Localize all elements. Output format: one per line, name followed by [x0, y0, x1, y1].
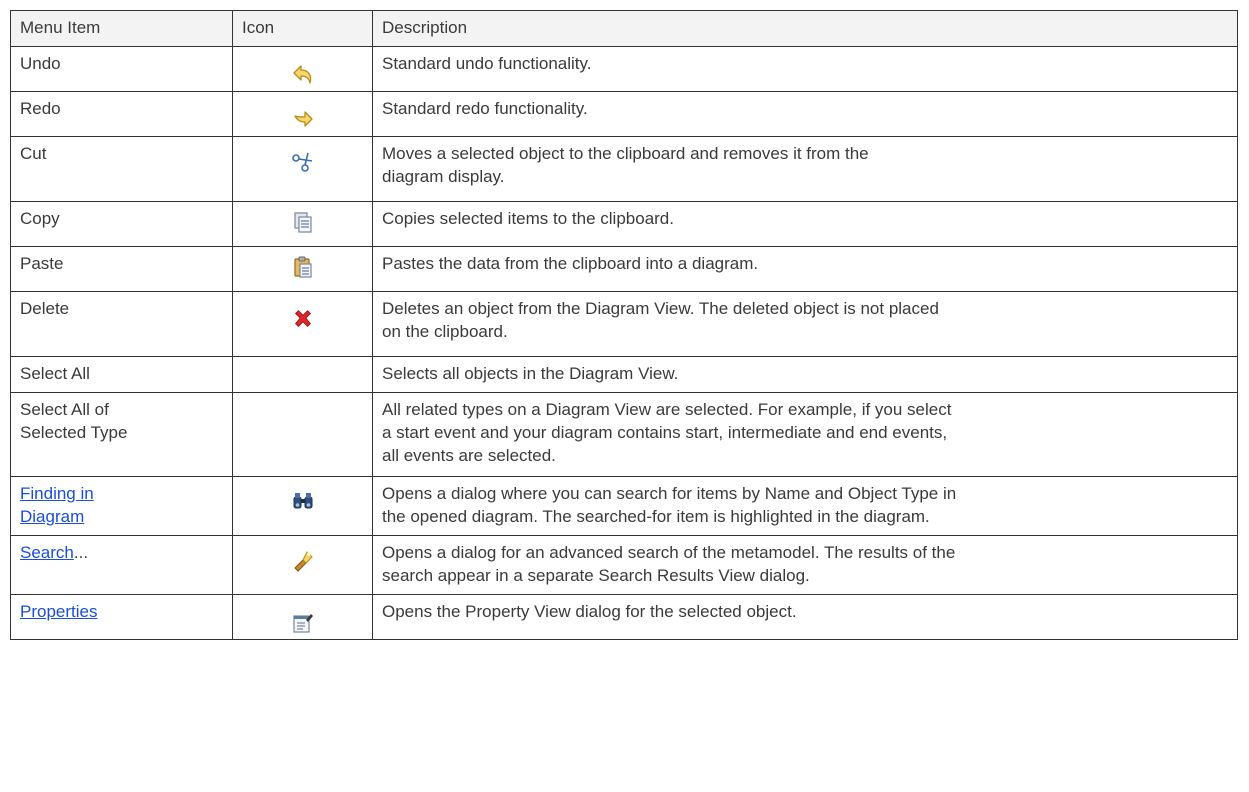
table-row: Cut Moves a selected object to the clipb…	[10, 136, 1238, 202]
menu-item-redo: Redo	[10, 91, 233, 137]
description-undo: Standard undo functionality.	[372, 46, 1238, 92]
menu-item-finding-in-diagram: Finding in Diagram	[10, 476, 233, 536]
table-row: Paste Pastes the data from the clipboard…	[10, 246, 1238, 292]
table-row: Undo Standard undo functionality.	[10, 46, 1238, 92]
table-row: Copy Copies selected items to the clipbo…	[10, 201, 1238, 247]
undo-arrow-icon	[292, 65, 311, 84]
menu-item-undo: Undo	[10, 46, 233, 92]
menu-item-search: Search...	[10, 535, 233, 595]
description-properties: Opens the Property View dialog for the s…	[372, 594, 1238, 640]
menu-item-copy: Copy	[10, 201, 233, 247]
description-paste: Pastes the data from the clipboard into …	[372, 246, 1238, 292]
description-search: Opens a dialog for an advanced search of…	[372, 535, 1238, 595]
copy-pages-icon	[293, 212, 312, 233]
description-finding-in-diagram: Opens a dialog where you can search for …	[372, 476, 1238, 536]
table-row: Delete Deletes an object from the Diagra…	[10, 291, 1238, 357]
menu-item-delete: Delete	[10, 291, 233, 357]
properties-sheet-icon	[292, 614, 313, 633]
menu-item-select-all-of-selected-type: Select All of Selected Type	[10, 392, 233, 477]
header-icon: Icon	[232, 10, 373, 47]
menu-items-table: Menu Item Icon Description Undo Standard…	[10, 10, 1238, 640]
table-row: Properties Opens the Property View dialo…	[10, 594, 1238, 640]
description-select-all-of-selected-type: All related types on a Diagram View are …	[372, 392, 1238, 477]
table-row: Finding in Diagram Opens a dialog where y…	[10, 476, 1238, 536]
table-row: Redo Standard redo functionality.	[10, 91, 1238, 137]
menu-item-cut: Cut	[10, 136, 233, 202]
redo-arrow-icon	[293, 111, 313, 127]
description-copy: Copies selected items to the clipboard.	[372, 201, 1238, 247]
description-redo: Standard redo functionality.	[372, 91, 1238, 137]
menu-item-properties: Properties	[10, 594, 233, 640]
description-select-all: Selects all objects in the Diagram View.	[372, 356, 1238, 393]
description-cut: Moves a selected object to the clipboard…	[372, 136, 1238, 202]
description-delete: Deletes an object from the Diagram View.…	[372, 291, 1238, 357]
table-row: Select All of Selected Type All related t…	[10, 392, 1238, 477]
flashlight-search-icon	[293, 551, 313, 572]
binoculars-icon	[293, 493, 312, 509]
clipboard-paste-icon	[293, 256, 312, 278]
header-description: Description	[372, 10, 1238, 47]
header-menu-item: Menu Item	[10, 10, 233, 47]
red-x-delete-icon	[294, 310, 311, 327]
table-row: Search... Opens a dialog for an advanced…	[10, 535, 1238, 595]
table-row: Select All Selects all objects in the Di…	[10, 356, 1238, 393]
menu-item-select-all: Select All	[10, 356, 233, 393]
table-header-row: Menu Item Icon Description	[10, 10, 1238, 47]
search-link[interactable]: Search	[20, 543, 74, 562]
menu-item-paste: Paste	[10, 246, 233, 292]
finding-in-diagram-link[interactable]: Finding in Diagram	[20, 484, 94, 526]
scissors-icon	[291, 152, 312, 172]
properties-link[interactable]: Properties	[20, 602, 97, 621]
